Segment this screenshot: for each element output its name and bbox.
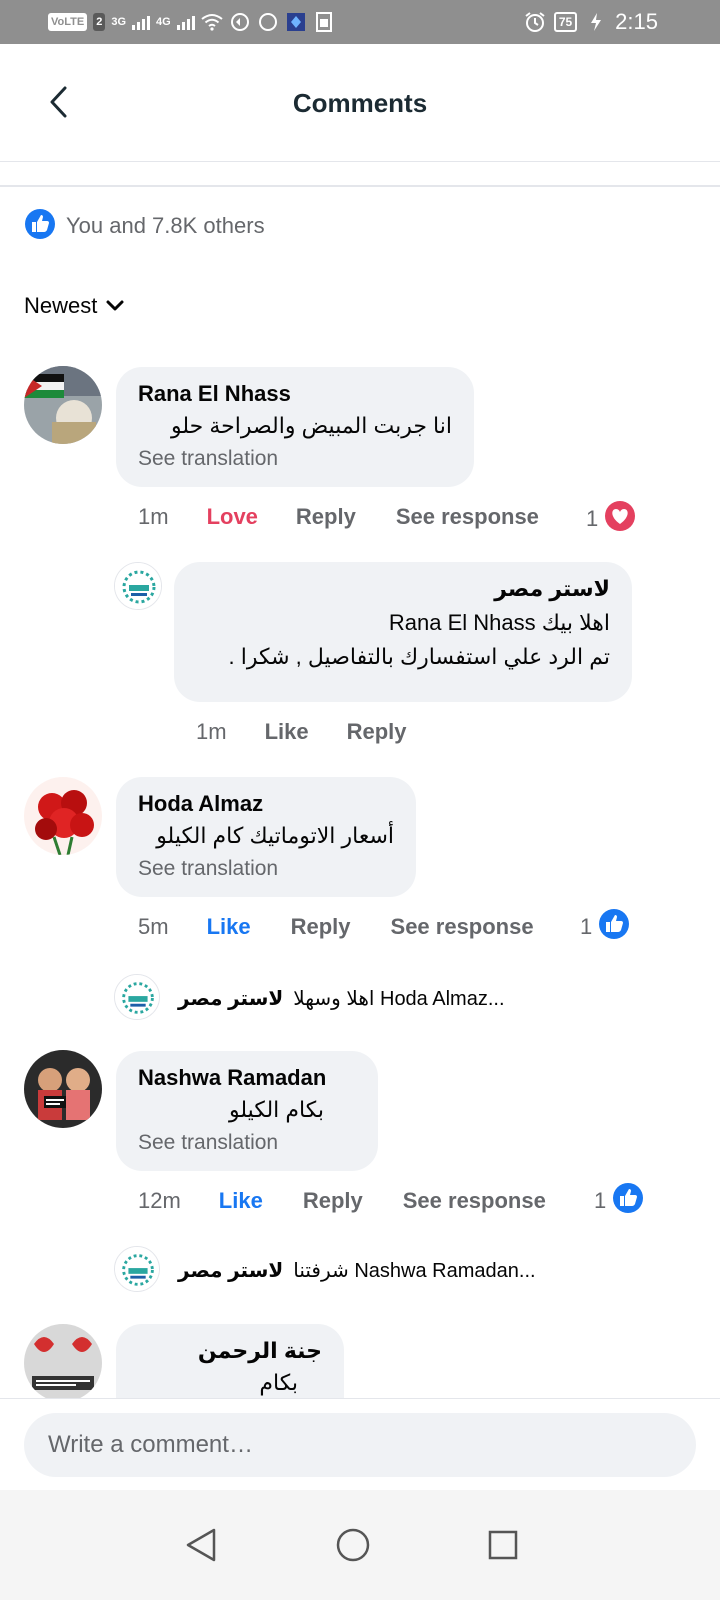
comment-author[interactable]: جنة الرحمن [138,1338,322,1364]
reply-text-line-1: اهلا بيك Rana El Nhass [388,610,610,635]
nav-home-button[interactable] [328,1520,378,1570]
status-right: 75 2:15 [524,8,658,36]
see-translation-link[interactable]: See translation [138,857,394,881]
sim-badge: 2 [93,13,106,31]
nav-back-icon [186,1528,216,1562]
nav-recents-button[interactable] [478,1520,528,1570]
comment-composer [0,1398,720,1490]
comment-time: 12m [138,1188,181,1213]
sim-card-icon [313,11,335,33]
collapsed-reply[interactable]: لاستر مصر اهلا وسهلا Hoda Almaz... [178,976,505,1020]
reply-actions: 1m Like Reply [196,717,407,747]
comment-bubble[interactable]: Rana El Nhass انا جربت المبيض والصراحة ح… [116,367,474,487]
page-avatar[interactable] [114,974,160,1020]
comment-time: 1m [138,504,169,529]
sync-icon [229,11,251,33]
reply-bubble[interactable]: لاستر مصر اهلا بيك Rana El Nhass تم الرد… [174,562,632,702]
reaction-count-value: 1 [594,1188,607,1213]
comment-clip: جنة الرحمن بكام [0,1320,720,1398]
reply-button[interactable]: Reply [303,1188,363,1214]
divider [0,185,720,187]
nav-home-icon [336,1528,370,1562]
see-translation-link[interactable]: See translation [138,1131,356,1155]
avatar[interactable] [24,366,102,444]
like-button[interactable]: Like [265,719,309,745]
status-left: VoLTE 2 3G 4G [48,8,335,36]
see-response-button[interactable]: See response [391,914,534,940]
comment-author[interactable]: Nashwa Ramadan [138,1065,356,1091]
charging-icon [585,11,607,33]
sort-dropdown[interactable]: Newest [24,290,125,322]
see-response-button[interactable]: See response [396,504,539,530]
reactions-summary[interactable]: You and 7.8K others [24,208,265,245]
reply-author[interactable]: لاستر مصر [196,576,610,602]
volte-badge: VoLTE [48,13,88,31]
collapsed-reply[interactable]: لاستر مصر شرفتنا Nashwa Ramadan... [178,1248,536,1292]
comment-input[interactable] [24,1413,696,1477]
system-nav-bar [0,1490,720,1600]
comment-author[interactable]: Rana El Nhass [138,381,452,407]
alarm-icon [524,11,546,33]
reply-preview: اهلا وسهلا Hoda Almaz... [293,987,505,1010]
see-response-button[interactable]: See response [403,1188,546,1214]
reply-button[interactable]: Reply [291,914,351,940]
reply-button[interactable]: Reply [347,719,407,745]
chevron-down-icon [106,300,124,311]
comment-bubble[interactable]: Hoda Almaz أسعار الاتوماتيك كام الكيلو S… [116,777,416,897]
avatar[interactable] [24,1324,102,1398]
reaction-count-value: 1 [580,914,593,939]
reply-time: 1m [196,719,227,744]
clock: 2:15 [615,9,658,34]
reaction-count[interactable]: 1 [586,500,636,538]
reaction-count-value: 1 [586,506,599,531]
comment-text: بكام [259,1370,298,1395]
avatar[interactable] [24,1050,102,1128]
reaction-count[interactable]: 1 [580,908,630,946]
signal-icon [132,14,151,30]
like-icon [24,208,56,245]
circle-icon [257,11,279,33]
reply-button[interactable]: Reply [296,504,356,530]
reply-author: لاستر مصر [178,1259,284,1282]
reply-text-line-2: تم الرد علي استفسارك بالتفاصيل , شكرا . [228,644,611,669]
comment-actions: 5m Like Reply See response [138,912,534,942]
like-icon [598,908,630,946]
signal-icon-2 [176,14,195,30]
comment-actions: 1m Love Reply See response [138,502,539,532]
comment-text: انا جربت المبيض والصراحة حلو [170,413,452,438]
love-icon [604,500,636,538]
comment-text: أسعار الاتوماتيك كام الكيلو [156,823,394,848]
reply-author: لاستر مصر [178,987,284,1010]
network-3g-label: 3G [111,16,127,28]
comment-author[interactable]: Hoda Almaz [138,791,394,817]
love-reaction-button[interactable]: Love [207,504,258,530]
nav-recents-icon [488,1530,518,1560]
app-notification-icon [285,11,307,33]
nav-back-button[interactable] [176,1520,226,1570]
see-translation-link[interactable]: See translation [138,447,452,471]
reactions-summary-text: You and 7.8K others [66,213,265,238]
page-avatar[interactable] [114,562,162,610]
comment-bubble[interactable]: Nashwa Ramadan بكام الكيلو See translati… [116,1051,378,1171]
reply-preview: شرفتنا Nashwa Ramadan... [293,1259,536,1282]
app-header: Comments [0,44,720,162]
sort-label: Newest [24,293,98,318]
network-4g-label: 4G [156,16,171,28]
like-button[interactable]: Like [207,914,251,940]
page-title: Comments [292,88,428,118]
comment-actions: 12m Like Reply See response [138,1186,546,1216]
avatar[interactable] [24,777,102,855]
comment-time: 5m [138,914,169,939]
battery-level: 75 [553,12,578,32]
wifi-icon [201,11,223,33]
comment-text: بكام الكيلو [229,1097,324,1122]
page-avatar[interactable] [114,1246,160,1292]
reaction-count[interactable]: 1 [594,1182,644,1220]
comment-bubble[interactable]: جنة الرحمن بكام [116,1324,344,1398]
like-icon [612,1182,644,1220]
status-bar: VoLTE 2 3G 4G 75 2:15 [0,0,720,44]
like-button[interactable]: Like [219,1188,263,1214]
